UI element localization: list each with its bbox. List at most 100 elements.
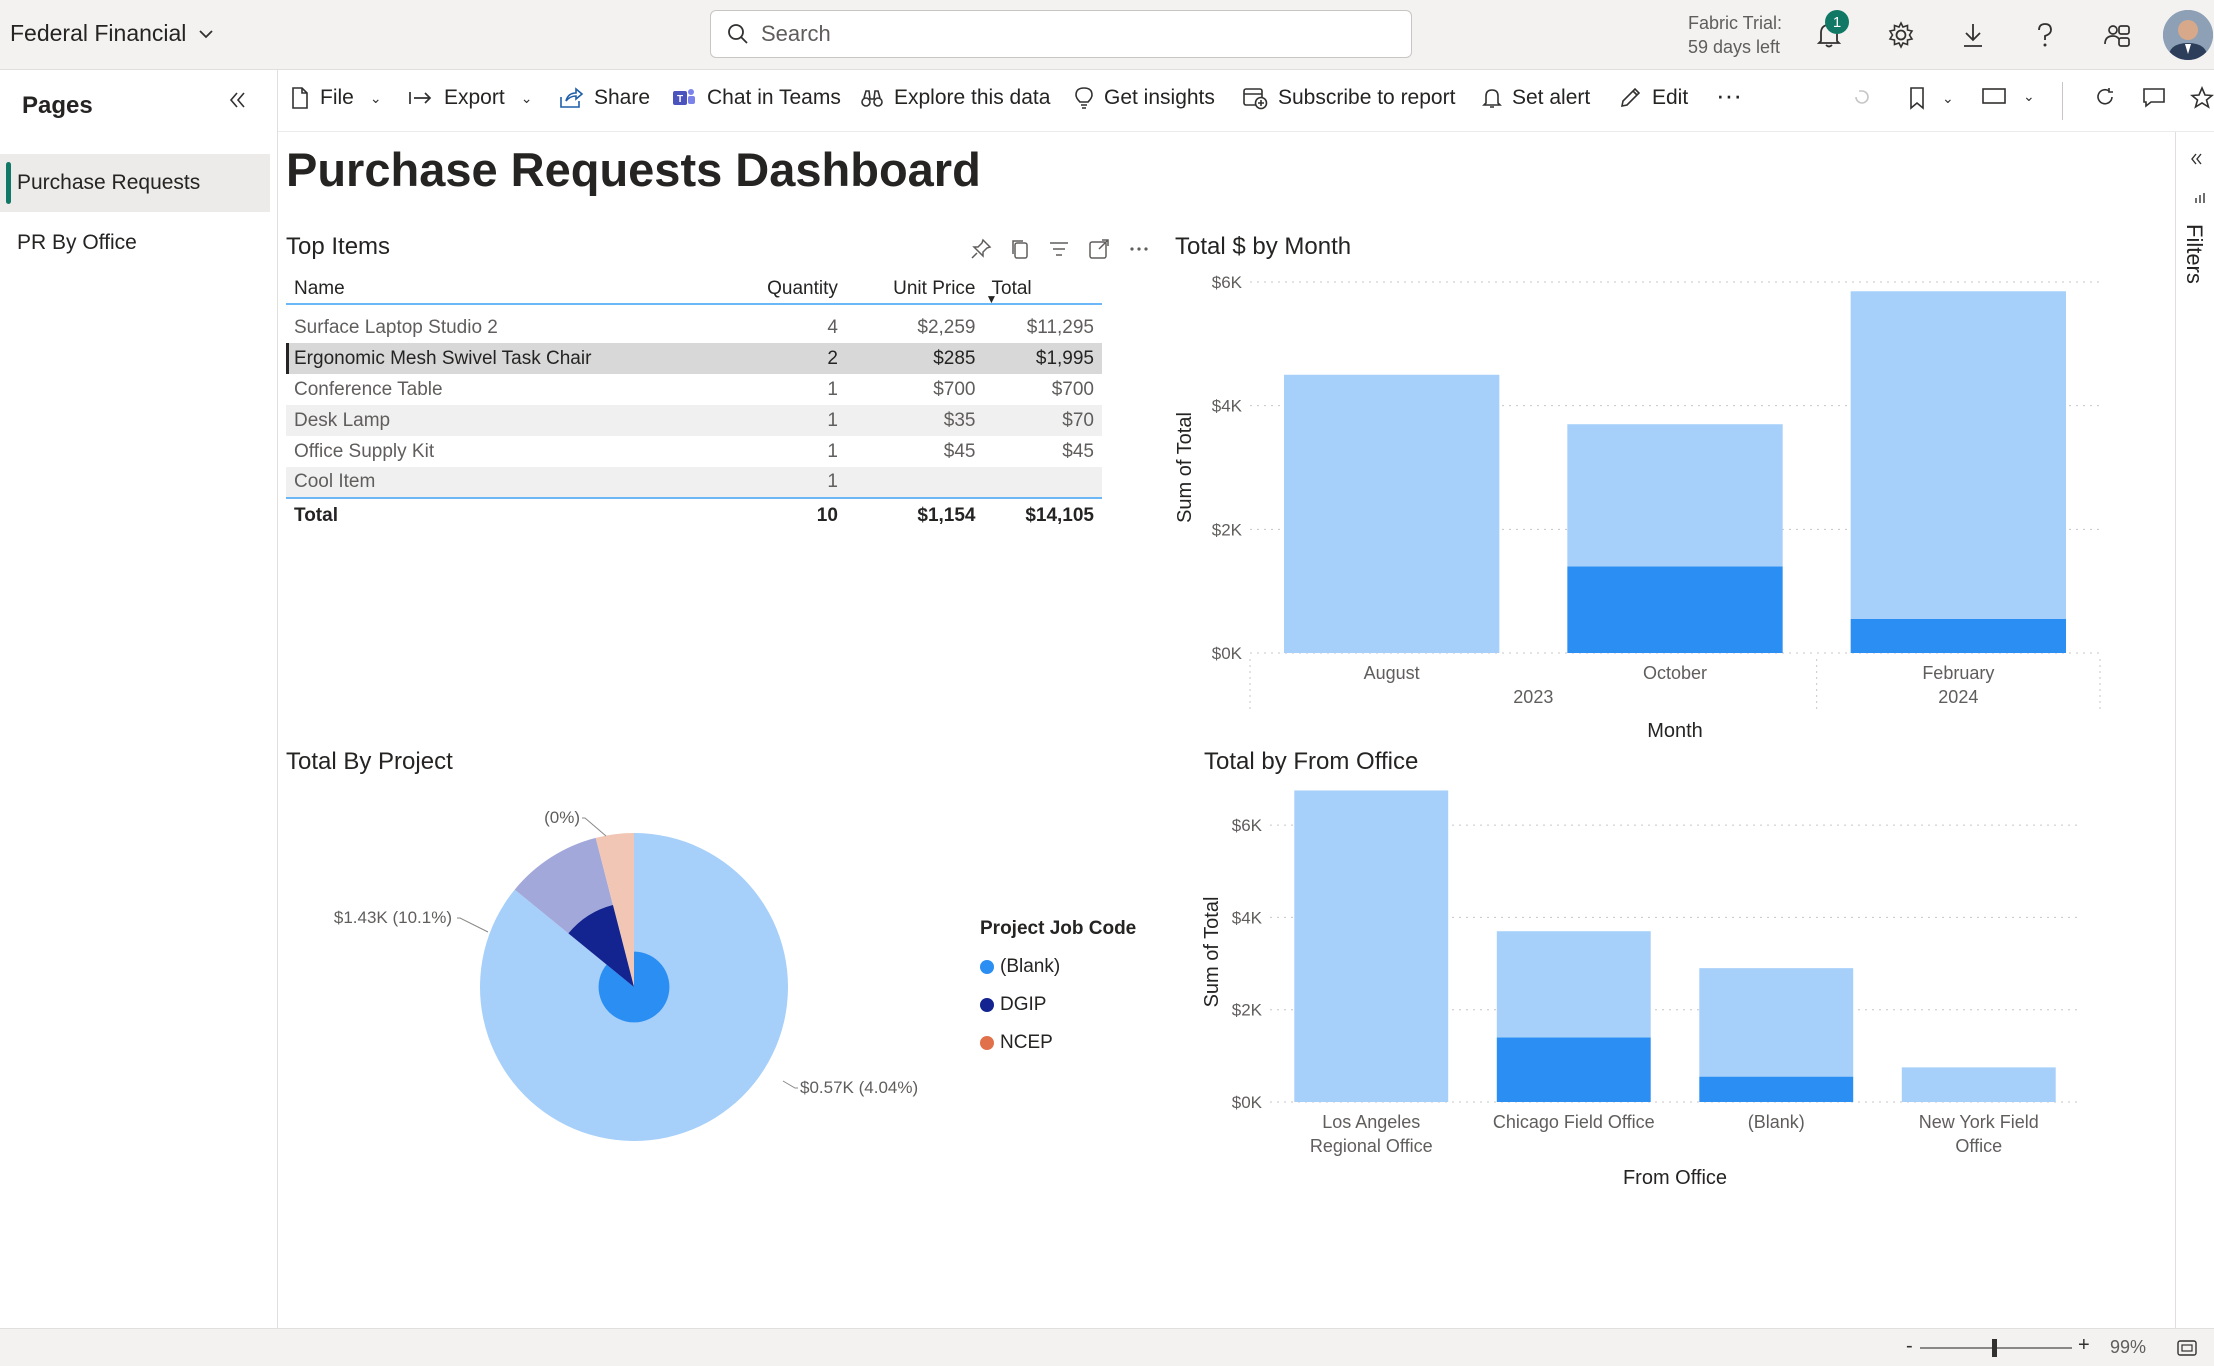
legend-item-dgip[interactable]: DGIP <box>980 986 1136 1024</box>
set-alert-button[interactable]: Set alert <box>1482 86 1590 110</box>
cell-quantity: 1 <box>827 378 838 400</box>
feedback-button[interactable] <box>2098 16 2136 54</box>
subscribe-button[interactable]: Subscribe to report <box>1242 86 1455 110</box>
filter-funnel-icon <box>2195 193 2205 203</box>
table-row[interactable]: Desk Lamp 1 $35 $70 <box>286 405 1102 436</box>
top-bar: Federal Financial Fabric Trial: 59 days … <box>0 0 2214 70</box>
more-options-button[interactable]: ··· <box>1716 80 1742 111</box>
chat-in-teams-button[interactable]: T Chat in Teams <box>671 86 841 110</box>
favorite-button[interactable] <box>2190 86 2214 110</box>
legend-dot <box>980 998 994 1012</box>
column-header-name[interactable]: Name <box>286 268 725 305</box>
explore-data-button[interactable]: Explore this data <box>860 86 1050 110</box>
table-row[interactable]: Conference Table 1 $700 $700 <box>286 374 1102 405</box>
data-label: (0%) <box>544 808 580 827</box>
cell-quantity: 1 <box>724 467 846 498</box>
bar <box>1496 1037 1651 1102</box>
top-items-title: Top Items <box>286 233 391 260</box>
chevron-down-icon: ⌄ <box>1942 89 1954 106</box>
double-chevron-left-icon[interactable] <box>2190 152 2202 166</box>
total-label: Total <box>286 497 725 532</box>
zoom-slider-thumb[interactable] <box>1992 1339 1997 1357</box>
cell-name: Desk Lamp <box>286 405 725 436</box>
y-tick-label: $0K <box>1232 1093 1263 1112</box>
column-header-unit-price[interactable]: Unit Price <box>845 268 984 305</box>
bookmark-icon <box>1910 87 1924 110</box>
undo-button[interactable] <box>1851 86 1873 108</box>
trial-line-2: 59 days left <box>1688 37 1781 57</box>
bookmark-menu[interactable]: ⌄ <box>1908 86 1954 110</box>
cell-total: $1,995 <box>983 343 1102 374</box>
trial-status: Fabric Trial: 59 days left <box>1688 11 1782 59</box>
svg-text:T: T <box>677 94 683 105</box>
y-tick-label: $2K <box>1212 520 1243 539</box>
filters-pane-collapsed[interactable] <box>2175 132 2214 1328</box>
office-chart-title: Total by From Office <box>1204 748 1419 775</box>
legend-item-ncep[interactable]: NCEP <box>980 1024 1136 1062</box>
table-header-row: Name Quantity Unit Price Total ▼ <box>286 268 1102 306</box>
edit-button[interactable]: Edit <box>1618 86 1688 110</box>
export-menu[interactable]: Export ⌄ <box>408 86 532 110</box>
filter-icon[interactable] <box>1048 239 1070 259</box>
cell-unit-price: $45 <box>943 440 976 462</box>
legend-label: DGIP <box>1000 994 1047 1015</box>
page-item-label: Purchase Requests <box>17 171 201 194</box>
cell-total: $45 <box>1062 440 1094 462</box>
help-button[interactable] <box>2026 16 2064 54</box>
bar <box>1699 1076 1854 1102</box>
cell-total: $11,295 <box>1026 317 1094 338</box>
page-item-purchase-requests[interactable]: Purchase Requests <box>0 154 270 212</box>
share-button[interactable]: Share <box>558 86 650 110</box>
export-label: Export <box>444 86 505 109</box>
table-row[interactable]: Office Supply Kit 1 $45 $45 <box>286 436 1102 467</box>
y-tick-label: $4K <box>1212 397 1243 416</box>
chevron-down-icon: ⌄ <box>2023 87 2035 104</box>
table-row[interactable]: Cool Item 1 <box>286 467 1102 498</box>
pages-pane: Pages Purchase Requests PR By Office <box>0 70 278 1328</box>
column-header-total[interactable]: Total ▼ <box>983 268 1102 306</box>
project-legend: Project Job Code (Blank) DGIP NCEP <box>980 918 1136 1062</box>
zoom-slider[interactable] <box>1920 1339 2072 1357</box>
search-input[interactable] <box>761 21 1361 47</box>
pin-icon[interactable] <box>970 238 992 260</box>
view-menu[interactable]: ⌄ <box>1981 86 2035 106</box>
settings-button[interactable] <box>1882 16 1920 54</box>
total-quantity: 10 <box>724 497 846 532</box>
x-tick-label: New York Field <box>1919 1112 2039 1132</box>
teams-icon: T <box>673 89 695 105</box>
notification-badge: 1 <box>1825 10 1849 34</box>
get-insights-button[interactable]: Get insights <box>1074 86 1215 110</box>
zoom-in-button[interactable]: + <box>2078 1334 2090 1357</box>
x-tick-label: Regional Office <box>1310 1136 1433 1156</box>
page-item-pr-by-office[interactable]: PR By Office <box>0 214 270 272</box>
office-bar-chart: $0K $2K $4K $6K Los Angeles Regional Office Ch… <box>1201 790 2080 1189</box>
leader-line <box>782 1080 798 1089</box>
cell-unit-price: $35 <box>845 405 984 436</box>
year-label: 2023 <box>1513 687 1553 707</box>
comments-button[interactable] <box>2142 86 2166 108</box>
file-menu[interactable]: File ⌄ <box>290 86 382 110</box>
legend-label: NCEP <box>1000 1032 1053 1053</box>
more-options-icon[interactable] <box>1128 244 1150 254</box>
copy-icon[interactable] <box>1010 238 1030 260</box>
fit-to-page-icon[interactable] <box>2176 1339 2198 1357</box>
workspace-selector[interactable]: Federal Financial <box>10 20 214 47</box>
file-label: File <box>320 86 354 109</box>
table-row[interactable]: Surface Laptop Studio 2 4 $2,259 $11,295 <box>286 304 1102 343</box>
top-items-table: Name Quantity Unit Price Total ▼ Surface … <box>286 268 1102 532</box>
collapse-pages-button[interactable] <box>228 90 248 110</box>
cell-name: Office Supply Kit <box>294 440 435 462</box>
pencil-icon <box>1620 87 1641 108</box>
download-button[interactable] <box>1954 16 1992 54</box>
search-box[interactable] <box>710 10 1412 58</box>
table-row[interactable]: Ergonomic Mesh Swivel Task Chair 2 $285 $1,… <box>286 343 1102 374</box>
zoom-percentage: 99% <box>2110 1337 2147 1357</box>
user-avatar[interactable] <box>2163 10 2213 60</box>
legend-label: (Blank) <box>1000 956 1061 977</box>
x-tick-label: Chicago Field Office <box>1493 1112 1655 1132</box>
refresh-button[interactable] <box>2094 86 2116 108</box>
column-header-quantity[interactable]: Quantity <box>724 268 846 305</box>
zoom-out-button[interactable]: - <box>1906 1335 1913 1358</box>
focus-mode-icon[interactable] <box>1088 238 1110 260</box>
legend-item-blank[interactable]: (Blank) <box>980 948 1136 986</box>
